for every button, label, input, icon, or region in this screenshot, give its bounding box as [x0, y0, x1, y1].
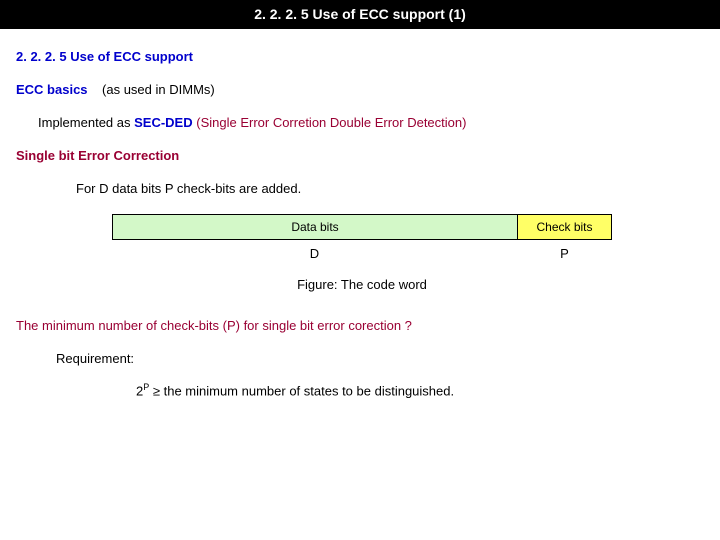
section-title: 2. 2. 2. 5 Use of ECC support	[16, 49, 704, 64]
ecc-basics-note: (as used in DIMMs)	[102, 82, 215, 97]
codeword-box: Data bits Check bits	[112, 214, 612, 240]
correction-sentence: For D data bits P check-bits are added.	[76, 181, 704, 196]
figure-wrap: Data bits Check bits D P Figure: The cod…	[112, 214, 612, 292]
check-bits-cell: Check bits	[518, 215, 611, 239]
label-D: D	[112, 246, 517, 261]
requirement-label: Requirement:	[56, 351, 704, 366]
implemented-line: Implemented as SEC-DED (Single Error Cor…	[38, 115, 704, 130]
ecc-basics-label: ECC basics	[16, 82, 88, 97]
label-P: P	[517, 246, 612, 261]
slide: 2. 2. 2. 5 Use of ECC support (1) 2. 2. …	[0, 0, 720, 540]
content-area: 2. 2. 2. 5 Use of ECC support ECC basics…	[0, 29, 720, 398]
formula-line: 2P ≥ the minimum number of states to be …	[136, 382, 704, 398]
title-bar: 2. 2. 2. 5 Use of ECC support (1)	[0, 0, 720, 29]
formula-rest: ≥ the minimum number of states to be dis…	[149, 383, 454, 398]
codeword-labels: D P	[112, 246, 612, 261]
title-text: 2. 2. 2. 5 Use of ECC support (1)	[254, 6, 466, 22]
question-line: The minimum number of check-bits (P) for…	[16, 318, 704, 333]
impl-secded: SEC-DED	[134, 115, 193, 130]
ecc-basics-line: ECC basics (as used in DIMMs)	[16, 82, 704, 97]
data-bits-cell: Data bits	[113, 215, 518, 239]
impl-expansion: (Single Error Corretion Double Error Det…	[193, 115, 467, 130]
figure-caption: Figure: The code word	[112, 277, 612, 292]
impl-prefix: Implemented as	[38, 115, 134, 130]
correction-heading: Single bit Error Correction	[16, 148, 704, 163]
